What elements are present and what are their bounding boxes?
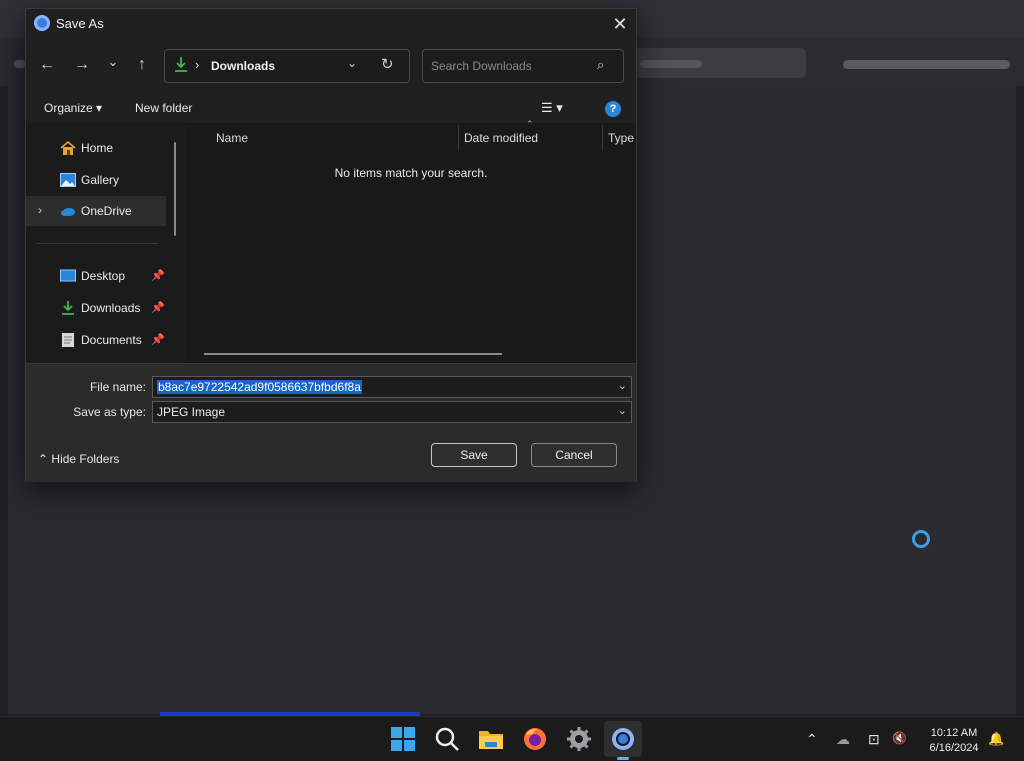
breadcrumb-separator: › (195, 57, 200, 72)
save-form: File name: b8ac7e9722542ad9f0586637bfbd6… (26, 363, 636, 482)
view-options-icon[interactable]: ☰ ▾ (541, 100, 563, 116)
save-type-select[interactable]: JPEG Image ⌄ (152, 401, 632, 423)
search-box: ⌕ (422, 49, 624, 83)
file-name-field[interactable]: b8ac7e9722542ad9f0586637bfbd6f8a ⌄ (152, 376, 632, 398)
onedrive-offline-icon[interactable]: ☁ (836, 731, 850, 748)
file-name-label: File name: (89, 380, 146, 394)
firefox-icon[interactable] (521, 725, 549, 753)
cancel-button[interactable]: Cancel (531, 443, 617, 467)
tray-overflow-icon[interactable]: ⌃ (806, 731, 818, 748)
expand-chevron-icon[interactable]: › (38, 203, 42, 217)
nav-item-label: Desktop (81, 269, 126, 283)
column-header-type[interactable]: Type (608, 131, 634, 145)
document-icon (62, 333, 74, 347)
search-icon[interactable] (433, 725, 461, 753)
pin-icon[interactable]: 📌 (151, 301, 165, 314)
empty-message: No items match your search. (334, 166, 488, 180)
nav-item-desktop[interactable]: Desktop 📌 (26, 261, 166, 291)
browser-extension-bar (843, 60, 1010, 69)
omnibox-placeholder (640, 60, 702, 68)
save-type-value: JPEG Image (157, 405, 226, 419)
clock-time: 10:12 AM (930, 727, 978, 739)
refresh-icon[interactable]: ↻ (381, 55, 394, 73)
pin-icon[interactable]: 📌 (151, 333, 165, 346)
nav-divider (36, 243, 158, 244)
nav-pane-scrollbar[interactable] (174, 142, 176, 236)
close-button[interactable]: ✕ (608, 13, 632, 35)
column-header-name[interactable]: Name (216, 131, 248, 145)
up-arrow-icon[interactable]: ↑ (129, 52, 155, 78)
address-bar[interactable]: › Downloads ⌄ ↻ (164, 49, 410, 83)
help-icon[interactable]: ? (605, 101, 621, 117)
nav-item-home[interactable]: Home (26, 133, 166, 163)
chrome-icon[interactable] (609, 725, 637, 753)
file-name-value[interactable]: b8ac7e9722542ad9f0586637bfbd6f8a (157, 380, 362, 394)
navigation-pane: Home Gallery › OneDrive Desktop 📌 Downlo… (26, 123, 186, 363)
nav-item-gallery[interactable]: Gallery (26, 165, 166, 195)
search-icon[interactable]: ⌕ (597, 57, 604, 73)
file-list-pane: Name ⌃ Date modified Type No items match… (186, 119, 636, 363)
organize-button[interactable]: Organize ▾ (44, 101, 102, 115)
chevron-down-icon[interactable]: ⌄ (618, 404, 627, 417)
nav-item-label: Home (81, 141, 114, 155)
nav-item-documents[interactable]: Documents 📌 (26, 325, 166, 355)
hide-folders-button[interactable]: ⌃ Hide Folders (38, 452, 119, 466)
clock-date: 6/16/2024 (929, 742, 979, 754)
forward-arrow-icon[interactable]: → (69, 52, 95, 78)
column-header-date-modified[interactable]: Date modified (464, 131, 538, 145)
nav-item-label: Gallery (81, 173, 120, 187)
cloud-icon (61, 208, 75, 216)
save-as-dialog: Save As ✕ ← → ⌄ ↑ › Downloads ⌄ ↻ ⌕ Orga… (25, 8, 637, 482)
hide-folders-label: Hide Folders (51, 452, 120, 466)
nav-item-label: OneDrive (81, 204, 132, 218)
settings-icon[interactable] (565, 725, 593, 753)
download-icon (175, 57, 187, 72)
chrome-icon (34, 15, 50, 31)
nav-item-label: Documents (81, 333, 142, 347)
nav-item-label: Downloads (81, 301, 141, 315)
back-arrow-icon[interactable]: ← (34, 52, 60, 78)
chevron-up-icon: ⌃ (38, 452, 49, 466)
gallery-icon (60, 173, 76, 187)
windows-start-icon[interactable] (389, 725, 417, 753)
address-dropdown-icon[interactable]: ⌄ (347, 56, 357, 70)
home-icon (60, 141, 76, 155)
recent-locations-icon[interactable]: ⌄ (100, 49, 126, 75)
file-explorer-icon[interactable] (477, 725, 505, 753)
loading-spinner-icon (912, 530, 930, 548)
taskbar: ⌃ ☁ ⊡ 🔇 10:12 AM 6/16/2024 🔔 (0, 716, 1024, 761)
nav-item-onedrive[interactable]: › OneDrive (26, 196, 166, 226)
volume-muted-icon[interactable]: 🔇 (892, 731, 907, 745)
notification-bell-icon[interactable]: 🔔 (988, 731, 1004, 747)
save-button[interactable]: Save (431, 443, 517, 467)
clock[interactable]: 10:12 AM 6/16/2024 (922, 726, 986, 756)
pin-icon[interactable]: 📌 (151, 269, 165, 282)
desktop-icon (60, 269, 76, 282)
nav-item-downloads[interactable]: Downloads 📌 (26, 293, 166, 323)
sort-indicator-icon: ⌃ (526, 119, 534, 129)
dialog-title: Save As (56, 16, 104, 31)
breadcrumb-location[interactable]: Downloads (211, 59, 275, 73)
column-divider[interactable] (458, 125, 459, 151)
save-type-label: Save as type: (73, 405, 146, 419)
download-icon (62, 301, 74, 315)
new-folder-button[interactable]: New folder (135, 101, 192, 115)
network-icon[interactable]: ⊡ (868, 731, 880, 748)
dialog-titlebar[interactable]: Save As ✕ (26, 9, 636, 39)
search-input[interactable] (423, 50, 603, 82)
file-list-scrollbar[interactable] (204, 353, 502, 355)
column-divider[interactable] (602, 125, 603, 151)
chevron-down-icon[interactable]: ⌄ (618, 379, 627, 392)
